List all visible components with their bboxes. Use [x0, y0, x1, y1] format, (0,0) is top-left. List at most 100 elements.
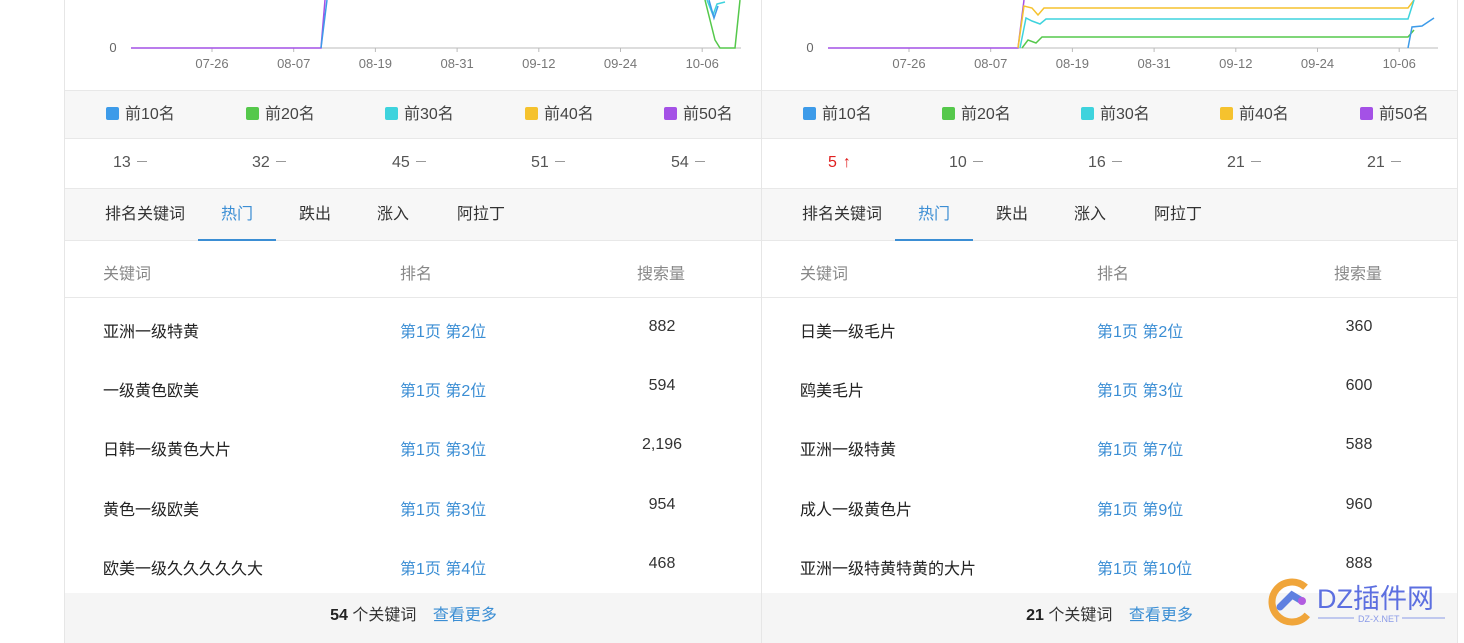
legend-item-top10[interactable]: 前10名 [106, 106, 175, 124]
legend-label: 前40名 [544, 106, 594, 123]
count-top40: 51 [531, 154, 565, 172]
rank-link[interactable]: 第1页 第4位 [400, 555, 486, 579]
volume-cell: 888 [1345, 555, 1373, 572]
rank-link[interactable]: 第1页 第3位 [400, 496, 486, 520]
tab-aladdin[interactable]: 阿拉丁 [445, 189, 517, 240]
legend-item-top20[interactable]: 前20名 [942, 106, 1011, 124]
volume-cell: 594 [648, 377, 676, 394]
series-line-top20 [1021, 29, 1415, 49]
volume-cell: 360 [1345, 318, 1373, 335]
keyword-cell: 亚洲一级特黄特黄的大片 [800, 561, 977, 578]
rank-link[interactable]: 第1页 第3位 [1097, 377, 1183, 401]
rank-counts: 13 32 45 51 54 [65, 139, 762, 189]
keyword-cell: 日韩一级黄色大片 [103, 442, 232, 459]
tab-ranked-keywords[interactable]: 排名关键词 [780, 189, 904, 240]
series-line-top50 [131, 0, 326, 49]
x-tick-label: 10-06 [1383, 56, 1416, 71]
x-tick-label: 09-12 [522, 56, 555, 71]
x-tick-label: 07-26 [892, 56, 925, 71]
legend-swatch [1360, 107, 1373, 120]
volume-cell: 588 [1345, 436, 1373, 453]
keyword-cell: 亚洲一级特黄 [103, 324, 200, 341]
header-volume: 搜索量 [637, 266, 686, 283]
tab-dropped[interactable]: 跌出 [285, 189, 345, 240]
keyword-cell: 一级黄色欧美 [103, 383, 200, 400]
flat-trend-icon [136, 161, 147, 162]
count-top50: 54 [671, 154, 705, 172]
table-row: 亚洲一级特黄 第1页 第7位 588 [762, 417, 1457, 476]
legend-item-top40[interactable]: 前40名 [525, 106, 594, 124]
table-row: 一级黄色欧美 第1页 第2位 594 [65, 358, 762, 417]
keyword-tabs: 排名关键词 热门 跌出 涨入 阿拉丁 [762, 189, 1457, 241]
tab-hot[interactable]: 热门 [198, 189, 276, 241]
rank-link[interactable]: 第1页 第3位 [400, 436, 486, 460]
legend-swatch [942, 107, 955, 120]
volume-cell: 960 [1345, 496, 1373, 513]
y-tick-label: 0 [806, 40, 813, 55]
count-value: 32 [252, 154, 270, 171]
keyword-total: 54 [330, 607, 348, 624]
chart-legend: 前10名 前20名 前30名 前40名 前50名 [762, 90, 1457, 139]
count-top20: 32 [252, 154, 286, 172]
keyword-total-label: 个关键词 [1048, 607, 1113, 624]
legend-swatch [106, 107, 119, 120]
x-tick-label: 10-06 [686, 56, 719, 71]
legend-swatch [525, 107, 538, 120]
x-tick-label: 08-19 [1056, 56, 1089, 71]
legend-item-top50[interactable]: 前50名 [664, 106, 733, 124]
legend-item-top40[interactable]: 前40名 [1220, 106, 1289, 124]
tab-hot[interactable]: 热门 [895, 189, 973, 241]
rank-link[interactable]: 第1页 第2位 [400, 377, 486, 401]
keyword-cell: 日美一级毛片 [800, 324, 897, 341]
volume-cell: 954 [648, 496, 676, 513]
legend-label: 前20名 [265, 106, 315, 123]
tab-aladdin[interactable]: 阿拉丁 [1142, 189, 1214, 240]
volume-cell: 600 [1345, 377, 1373, 394]
rank-link[interactable]: 第1页 第2位 [400, 318, 486, 342]
legend-item-top20[interactable]: 前20名 [246, 106, 315, 124]
flat-trend-icon [1390, 161, 1401, 162]
chart-svg: 0 07-26 08-07 08-19 08-31 09-12 09-24 10-06 [806, 0, 1438, 71]
rank-link[interactable]: 第1页 第2位 [1097, 318, 1183, 342]
legend-item-top50[interactable]: 前50名 [1360, 106, 1429, 124]
x-tick-label: 09-24 [1301, 56, 1334, 71]
legend-swatch [664, 107, 677, 120]
rank-link[interactable]: 第1页 第9位 [1097, 496, 1183, 520]
volume-cell: 882 [648, 318, 676, 335]
keyword-cell: 亚洲一级特黄 [800, 442, 897, 459]
tab-ranked-keywords[interactable]: 排名关键词 [83, 189, 207, 240]
legend-item-top30[interactable]: 前30名 [385, 106, 454, 124]
legend-swatch [803, 107, 816, 120]
legend-label: 前30名 [1100, 106, 1150, 123]
tab-dropped[interactable]: 跌出 [982, 189, 1042, 240]
view-more-link[interactable]: 查看更多 [1129, 607, 1193, 624]
legend-label: 前40名 [1239, 106, 1289, 123]
count-top30: 45 [392, 154, 426, 172]
keyword-total-label: 个关键词 [352, 607, 417, 624]
flat-trend-icon [1111, 161, 1122, 162]
legend-label: 前20名 [961, 106, 1011, 123]
volume-cell: 468 [648, 555, 676, 572]
legend-label: 前30名 [404, 106, 454, 123]
header-volume: 搜索量 [1334, 266, 1383, 283]
rank-link[interactable]: 第1页 第7位 [1097, 436, 1183, 460]
series-line-top40 [1017, 0, 1415, 49]
view-more-link[interactable]: 查看更多 [433, 607, 497, 624]
x-tick-label: 07-26 [195, 56, 228, 71]
keyword-cell: 黄色一级欧美 [103, 502, 200, 519]
legend-label: 前10名 [822, 106, 872, 123]
keyword-cell: 鸥美毛片 [800, 383, 865, 400]
tab-risen[interactable]: 涨入 [1060, 189, 1120, 240]
legend-item-top30[interactable]: 前30名 [1081, 106, 1150, 124]
chart-legend: 前10名 前20名 前30名 前40名 前50名 [65, 90, 762, 139]
count-top10: 13 [113, 154, 147, 172]
legend-item-top10[interactable]: 前10名 [803, 106, 872, 124]
tab-risen[interactable]: 涨入 [363, 189, 423, 240]
y-tick-label: 0 [109, 40, 116, 55]
legend-swatch [1220, 107, 1233, 120]
rank-link[interactable]: 第1页 第10位 [1097, 555, 1192, 579]
table-footer: 54 个关键词 查看更多 [65, 593, 762, 643]
header-rank: 排名 [1097, 266, 1130, 283]
count-value: 16 [1088, 154, 1106, 171]
table-row: 亚洲一级特黄 第1页 第2位 882 [65, 299, 762, 358]
